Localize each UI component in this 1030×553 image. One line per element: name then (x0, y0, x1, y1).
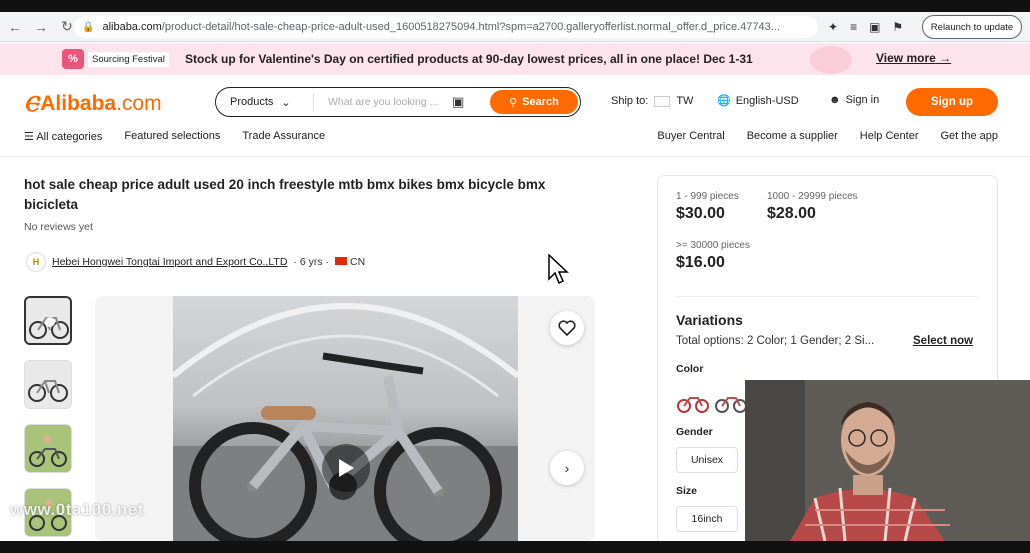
variations-total: Total options: 2 Color; 1 Gender; 2 Si..… (676, 335, 875, 347)
supplier-country: CN (335, 256, 365, 268)
tw-flag-icon (654, 95, 671, 107)
sidepanel-icon[interactable]: ▣ (869, 20, 880, 34)
camera-icon[interactable]: ▣ (452, 94, 464, 110)
price-tier-qty: >= 30000 pieces (676, 240, 750, 251)
heart-icon (558, 320, 576, 336)
price-tier-price: $16.00 (676, 254, 725, 271)
thumbnail-3[interactable] (24, 424, 72, 473)
favorite-button[interactable] (550, 311, 584, 345)
promo-message: Stock up for Valentine's Day on certifie… (185, 52, 753, 66)
sign-in-link[interactable]: ☻ Sign in (829, 94, 879, 106)
view-more-link[interactable]: View more → (876, 51, 951, 65)
forward-icon[interactable]: → (30, 16, 52, 38)
festival-logo: % Sourcing Festival (62, 49, 169, 69)
presenter-video (745, 380, 1030, 541)
promo-banner[interactable]: % Sourcing Festival Stock up for Valenti… (0, 43, 1030, 75)
cn-flag-icon (335, 257, 347, 265)
browser-toolbar: ← → ↻ 🔒 alibaba.com /product-detail/hot-… (0, 12, 1030, 42)
color-swatch-red[interactable] (676, 386, 710, 418)
size-label: Size (676, 485, 698, 497)
screen-top-border (0, 0, 1030, 12)
panel-divider (676, 296, 978, 297)
url-path: /product-detail/hot-sale-cheap-price-adu… (161, 21, 780, 33)
play-icon (339, 459, 354, 477)
bike-thumbnail-icon (29, 317, 69, 339)
back-icon[interactable]: ← (4, 16, 26, 38)
site-header: Ⲉ Alibaba .com Products ⌄ What are you lo… (0, 75, 1030, 157)
bike-thumbnail-icon (28, 380, 68, 402)
product-main-image[interactable] (95, 296, 595, 541)
color-label: Color (676, 363, 704, 375)
lock-icon: 🔒 (82, 21, 95, 33)
url-host: alibaba.com (102, 21, 162, 33)
reviews-status: No reviews yet (24, 221, 93, 233)
thumbnail-2[interactable] (24, 360, 72, 409)
festival-badge-icon: % (62, 49, 84, 69)
thumbnail-video[interactable] (24, 296, 72, 345)
ship-to-selector[interactable]: Ship to: TW (611, 95, 693, 107)
variations-title: Variations (676, 312, 743, 328)
price-tier: 1000 - 29999 pieces $28.00 (767, 191, 858, 223)
search-bar: Products ⌄ What are you looking ... ▣ ⚲ … (215, 87, 581, 117)
webcam-overlay (745, 380, 1030, 541)
watermark: www.0ta100.net (10, 500, 144, 519)
mouse-cursor-icon (548, 254, 569, 285)
supplier-logo-icon: H (26, 252, 46, 272)
price-tier-price: $28.00 (767, 205, 816, 222)
language-selector[interactable]: 🌐 English-USD (717, 94, 799, 108)
color-swatch-silver[interactable] (714, 386, 748, 418)
promo-decoration (810, 46, 852, 74)
buyer-central-link[interactable]: Buyer Central (657, 130, 724, 142)
price-tier-qty: 1000 - 29999 pieces (767, 191, 858, 202)
screen: ← → ↻ 🔒 alibaba.com /product-detail/hot-… (0, 0, 1030, 553)
gender-label: Gender (676, 426, 713, 438)
extension-icons: ✦ ≡ ▣ ⚑ (828, 20, 903, 34)
help-center-link[interactable]: Help Center (860, 130, 919, 142)
category-dropdown[interactable]: Products ⌄ (216, 93, 314, 111)
gender-option[interactable]: Unisex (676, 447, 738, 473)
sign-up-button[interactable]: Sign up (906, 88, 998, 116)
address-bar[interactable]: 🔒 alibaba.com /product-detail/hot-sale-c… (74, 16, 818, 38)
user-icon: ☻ (829, 94, 841, 106)
alibaba-logo-icon: Ⲉ (24, 91, 39, 116)
price-tier-qty: 1 - 999 pieces (676, 191, 739, 202)
product-photo (171, 296, 520, 541)
select-now-link[interactable]: Select now (913, 335, 973, 347)
chevron-down-icon: ⌄ (281, 96, 291, 109)
globe-icon: 🌐 (717, 95, 731, 107)
media-icon[interactable]: ≡ (850, 20, 857, 34)
price-tier: >= 30000 pieces $16.00 (676, 240, 750, 272)
search-icon: ⚲ (509, 96, 518, 109)
size-option[interactable]: 16inch (676, 506, 738, 532)
relaunch-button[interactable]: Relaunch to update (922, 15, 1022, 39)
trade-assurance-link[interactable]: Trade Assurance (242, 130, 325, 143)
next-image-button[interactable]: › (550, 451, 584, 485)
product-title: hot sale cheap price adult used 20 inch … (24, 177, 546, 212)
search-button[interactable]: ⚲ Search (490, 90, 578, 114)
bmx-bike-image (171, 303, 520, 541)
all-categories-link[interactable]: ☰ All categories (24, 130, 102, 143)
screen-bottom-border (0, 541, 1030, 553)
alibaba-logo[interactable]: Ⲉ Alibaba .com (24, 91, 162, 117)
puzzle-icon[interactable]: ✦ (828, 20, 838, 34)
get-app-link[interactable]: Get the app (941, 130, 999, 142)
become-supplier-link[interactable]: Become a supplier (747, 130, 838, 142)
featured-selections-link[interactable]: Featured selections (124, 130, 220, 143)
price-tier-price: $30.00 (676, 205, 725, 222)
profile-flag-icon[interactable]: ⚑ (892, 20, 903, 34)
festival-label: Sourcing Festival (88, 51, 169, 67)
supplier-info: H Hebei Hongwei Tongtai Import and Expor… (26, 252, 365, 272)
subnav-right: Buyer Central Become a supplier Help Cen… (657, 130, 998, 142)
supplier-name-link[interactable]: Hebei Hongwei Tongtai Import and Export … (52, 256, 287, 268)
subnav-left: ☰ All categories Featured selections Tra… (24, 130, 325, 143)
chevron-right-icon: › (564, 460, 570, 476)
bike-thumbnail-icon (29, 435, 67, 467)
play-video-button[interactable] (322, 444, 370, 492)
price-tier: 1 - 999 pieces $30.00 (676, 191, 739, 223)
supplier-meta: · 6 yrs · (293, 256, 329, 268)
search-input[interactable]: What are you looking ... (314, 96, 446, 108)
